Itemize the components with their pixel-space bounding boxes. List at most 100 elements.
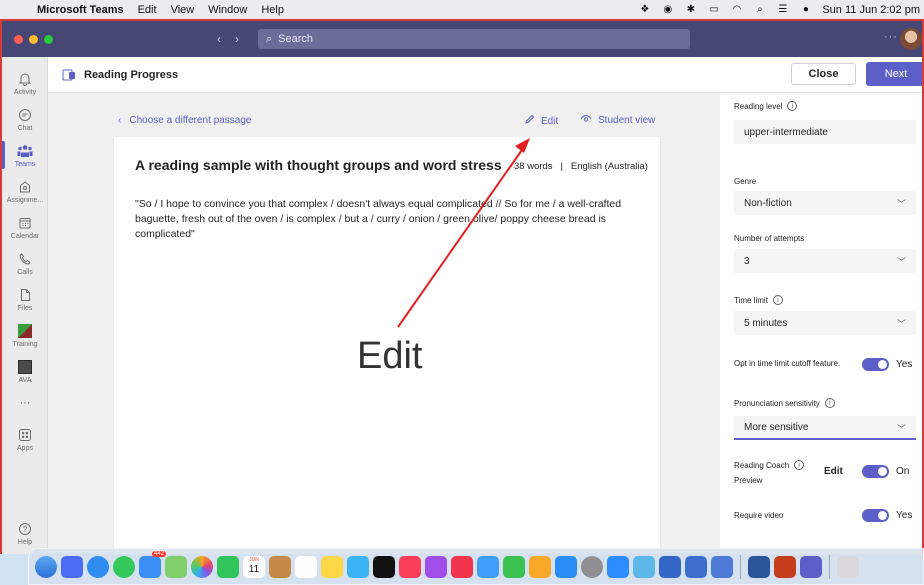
facetime-icon[interactable] — [217, 555, 239, 578]
music-icon[interactable] — [399, 555, 421, 578]
passage-text: "So / I hope to convince you that comple… — [135, 198, 622, 240]
more-options-icon[interactable]: ··· — [884, 31, 898, 43]
info-icon[interactable]: i — [772, 295, 783, 305]
finder-icon[interactable] — [35, 555, 57, 578]
zoom-window-icon[interactable] — [44, 34, 53, 44]
reading-coach-value: On — [896, 466, 910, 477]
notes-icon[interactable] — [321, 555, 343, 578]
keynote-icon[interactable] — [477, 555, 499, 578]
system-settings-icon[interactable] — [581, 555, 603, 578]
menu-help[interactable]: Help — [261, 4, 284, 16]
close-window-icon[interactable] — [14, 34, 23, 44]
forward-arrow-icon[interactable]: › — [235, 32, 239, 46]
app-store-icon[interactable] — [555, 555, 577, 578]
require-video-toggle[interactable] — [862, 509, 889, 522]
rail-item-apps[interactable]: Apps — [2, 427, 48, 452]
require-video-value: Yes — [896, 510, 913, 521]
menu-view[interactable]: View — [171, 4, 195, 16]
user-status-icon[interactable]: ◉ — [661, 4, 674, 15]
freeform-icon[interactable] — [347, 555, 369, 578]
screen-sharing-icon[interactable] — [633, 555, 655, 578]
trash-icon[interactable] — [837, 555, 859, 578]
chevron-down-icon: ﹀ — [896, 319, 906, 329]
apple-tv-icon[interactable] — [373, 555, 395, 578]
training-icon — [17, 323, 33, 339]
menubar-clock[interactable]: Sun 11 Jun 2:02 pm — [822, 4, 920, 16]
cutoff-label: Opt in time limit cutoff feature. — [734, 359, 841, 368]
spotlight-search-icon[interactable]: ⌕ — [753, 4, 766, 15]
close-button[interactable]: Close — [791, 63, 856, 85]
back-arrow-icon[interactable]: ‹ — [217, 32, 221, 46]
wifi-icon[interactable]: ◠ — [730, 4, 743, 15]
menu-window[interactable]: Window — [208, 4, 247, 16]
launchpad-icon[interactable] — [61, 555, 83, 578]
rail-item-files[interactable]: Files — [2, 287, 48, 312]
pronunciation-label: Pronunciation sensitivity i — [734, 398, 835, 408]
teams-dock-icon[interactable] — [800, 555, 822, 578]
reading-level-field[interactable]: upper-intermediate — [734, 120, 916, 144]
reading-coach-preview-label: Preview — [734, 476, 763, 485]
info-icon[interactable]: i — [824, 398, 835, 408]
choose-different-passage-link[interactable]: ‹ Choose a different passage — [118, 115, 251, 126]
phone-icon — [17, 251, 33, 267]
app-header: Reading Progress Close Next — [48, 57, 922, 93]
control-center-icon[interactable]: ☰ — [776, 4, 789, 15]
battery-icon[interactable]: ▭ — [707, 4, 720, 15]
pages-icon[interactable] — [529, 555, 551, 578]
student-view-button[interactable]: Student view — [580, 114, 655, 127]
time-limit-label: Time limit i — [734, 295, 783, 305]
rail-item-help[interactable]: ? Help — [2, 521, 48, 546]
pronunciation-dropdown[interactable]: More sensitive ﹀ — [734, 416, 916, 440]
dock-separator — [829, 554, 830, 579]
numbers-icon[interactable] — [503, 555, 525, 578]
bluetooth-icon[interactable]: ✱ — [684, 4, 697, 15]
podcasts-icon[interactable] — [425, 555, 447, 578]
word-icon[interactable] — [748, 555, 770, 578]
powerpoint-icon[interactable] — [774, 555, 796, 578]
siri-icon[interactable]: ● — [799, 4, 812, 15]
time-limit-dropdown[interactable]: 5 minutes ﹀ — [734, 311, 916, 335]
rail-item-more[interactable]: ··· — [2, 397, 48, 409]
reading-coach-toggle[interactable] — [862, 465, 889, 478]
reading-coach-edit-link[interactable]: Edit — [824, 466, 843, 477]
contacts-icon[interactable] — [269, 555, 291, 578]
rail-item-teams[interactable]: Teams — [2, 141, 48, 169]
rail-item-chat[interactable]: Chat — [2, 107, 48, 132]
edit-passage-button[interactable]: Edit — [524, 114, 558, 128]
news-icon[interactable] — [451, 555, 473, 578]
reminders-icon[interactable] — [295, 555, 317, 578]
photos-icon[interactable] — [191, 555, 213, 578]
info-icon[interactable]: i — [787, 101, 798, 111]
screenshot-app-icon[interactable] — [711, 555, 733, 578]
menu-edit[interactable]: Edit — [138, 4, 157, 16]
passage-title: A reading sample with thought groups and… — [135, 157, 502, 173]
rail-item-assignments[interactable]: Assignme... — [2, 179, 48, 204]
calendar-app-icon[interactable]: JUN 11 — [243, 555, 265, 578]
remote-desktop-icon[interactable] — [659, 555, 681, 578]
cutoff-toggle[interactable] — [862, 358, 889, 371]
maps-icon[interactable] — [165, 555, 187, 578]
rail-item-calendar[interactable]: Calendar — [2, 215, 48, 240]
minimize-window-icon[interactable] — [29, 34, 38, 44]
rail-item-training[interactable]: Training — [2, 323, 48, 348]
require-video-label: Require video — [734, 511, 784, 520]
safari-icon[interactable] — [87, 555, 109, 578]
search-input[interactable]: ⌕ Search — [258, 29, 690, 49]
title-bar: ‹ › ⌕ Search ··· — [2, 21, 922, 57]
menu-app-name[interactable]: Microsoft Teams — [37, 4, 124, 16]
info-icon[interactable]: i — [794, 460, 805, 470]
attempts-dropdown[interactable]: 3 ﹀ — [734, 249, 916, 273]
dropbox-icon[interactable]: ❖ — [638, 4, 651, 15]
word-count: 38 words — [514, 161, 553, 172]
rail-item-ava[interactable]: AVA — [2, 359, 48, 384]
zoom-app-icon[interactable] — [607, 555, 629, 578]
avatar[interactable] — [900, 28, 922, 50]
genre-dropdown[interactable]: Non-fiction ﹀ — [734, 191, 916, 215]
mail-icon[interactable]: 442 — [139, 550, 166, 578]
remote-app-icon[interactable] — [685, 555, 707, 578]
rail-item-activity[interactable]: Activity — [2, 71, 48, 96]
next-button[interactable]: Next — [866, 62, 922, 86]
messages-icon[interactable] — [113, 555, 135, 578]
genre-label: Genre — [734, 177, 757, 186]
rail-item-calls[interactable]: Calls — [2, 251, 48, 276]
